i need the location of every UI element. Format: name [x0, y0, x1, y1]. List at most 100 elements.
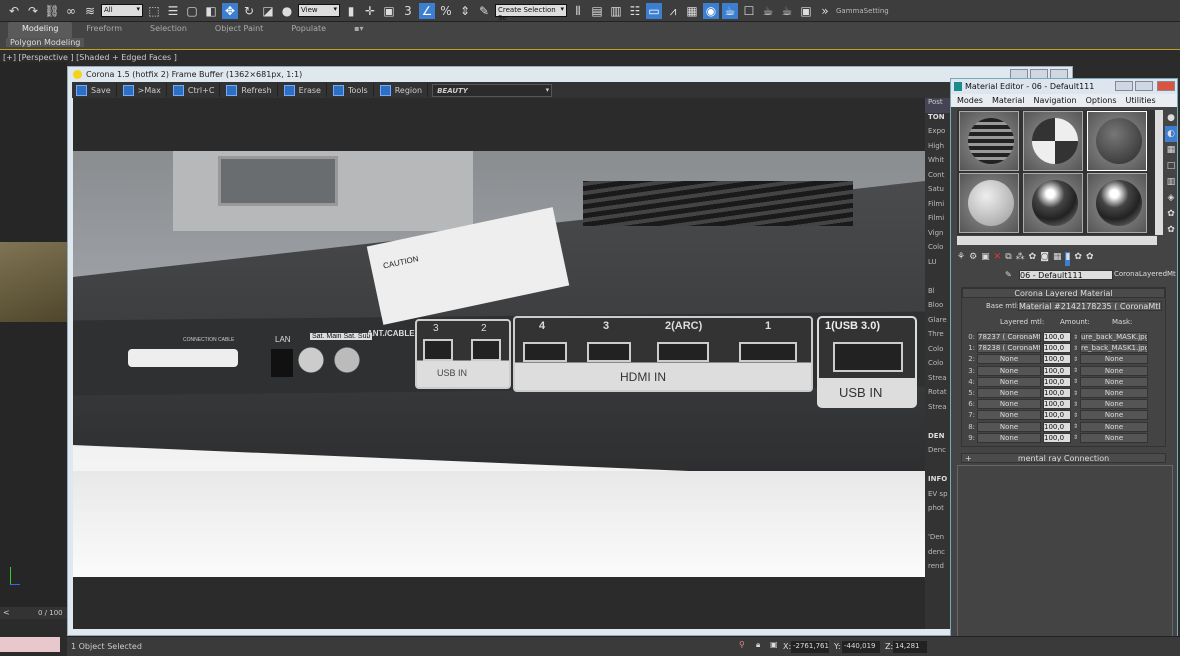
show-end-result-icon[interactable]: ▮ — [1065, 252, 1071, 266]
layer-mtl-button[interactable]: None — [977, 399, 1041, 410]
amount-spinner[interactable]: ⇕ — [1073, 401, 1078, 408]
minimize-button[interactable] — [1115, 81, 1133, 91]
pivot-icon[interactable]: ▮ — [343, 3, 359, 19]
layer-mtl-button[interactable]: None — [977, 388, 1041, 398]
edit-named-selection-icon[interactable]: ✎ — [476, 3, 492, 19]
layer-mask-button[interactable]: ure_back_MASK.jpg) — [1080, 332, 1148, 342]
post-panel[interactable]: Post TON Expo High Whit Cont Satu Filmi … — [925, 98, 950, 629]
render-iterative-icon[interactable]: ☕ — [779, 3, 795, 19]
angle-snap-icon[interactable]: ∠ — [419, 2, 435, 19]
polygon-modeling-tab[interactable]: Polygon Modeling — [6, 38, 85, 47]
isolate-icon[interactable]: ⚲ — [739, 640, 745, 649]
z-coordinate-input[interactable]: 14,281 — [893, 641, 927, 653]
save-button[interactable]: Save — [74, 83, 117, 97]
maxscript-listener[interactable] — [0, 637, 60, 652]
render-panel-icon[interactable]: ▣ — [798, 3, 814, 19]
viewport-label[interactable]: [+] [Perspective ] [Shaded + Edged Faces… — [3, 53, 177, 62]
amount-spinner[interactable]: ⇕ — [1073, 378, 1078, 385]
post-item[interactable]: Glare — [925, 316, 950, 331]
gamma-setting-label[interactable]: GammaSetting — [836, 7, 889, 15]
viewport-area[interactable] — [0, 62, 67, 607]
menu-modes[interactable]: Modes — [957, 96, 983, 105]
layer-mask-button[interactable]: None — [1080, 421, 1148, 432]
rect-selection-icon[interactable]: ▢ — [184, 3, 200, 19]
copy-material-icon[interactable]: ⧉ — [1005, 252, 1011, 266]
undo-icon[interactable]: ↶ — [6, 3, 22, 19]
layer-mtl-button[interactable]: 78237 ( CoronaMtl ) — [977, 332, 1041, 342]
toggle-ribbon-icon[interactable]: ▭ — [646, 2, 662, 19]
time-slider[interactable]: < 0 / 100 — [0, 607, 67, 619]
amount-spinner[interactable]: ⇕ — [1073, 334, 1078, 341]
layer-amount-input[interactable]: 100,0 — [1043, 432, 1071, 443]
post-item[interactable]: LU — [925, 258, 950, 273]
menu-options[interactable]: Options — [1086, 96, 1117, 105]
copy-button[interactable]: Ctrl+C — [171, 83, 221, 97]
ribbon-options-icon[interactable]: ▪▾ — [340, 22, 377, 38]
sample-slot[interactable] — [1023, 173, 1083, 233]
sample-slot-selected[interactable] — [1087, 111, 1147, 171]
make-unique-icon[interactable]: ⁂ — [1016, 252, 1025, 266]
layer-mask-button[interactable]: None — [1080, 432, 1148, 443]
layer-amount-input[interactable]: 100,0 — [1043, 421, 1071, 432]
sample-type-icon[interactable]: ● — [1165, 110, 1177, 126]
sample-slot[interactable] — [1023, 111, 1083, 171]
post-item[interactable]: Colo — [925, 359, 950, 374]
uv-tiling-icon[interactable]: □ — [1165, 158, 1177, 174]
material-editor-icon[interactable]: ◉ — [703, 2, 719, 19]
amount-spinner[interactable]: ⇕ — [1073, 434, 1078, 441]
select-by-material-icon[interactable]: ✿ — [1165, 222, 1177, 238]
tab-object-paint[interactable]: Object Paint — [201, 22, 277, 38]
percent-snap-icon[interactable]: % — [438, 3, 454, 19]
move-icon[interactable]: ✥ — [222, 2, 238, 19]
layer-amount-input[interactable]: 100,0 — [1043, 332, 1071, 342]
post-item[interactable]: Colo — [925, 345, 950, 360]
layer-mask-button[interactable]: None — [1080, 354, 1148, 365]
get-material-icon[interactable]: ⚘ — [957, 252, 965, 266]
layer-mtl-button[interactable]: None — [977, 365, 1041, 376]
render-production-icon[interactable]: ☕ — [760, 3, 776, 19]
post-item[interactable]: Cont — [925, 171, 950, 186]
layer-amount-input[interactable]: 100,0 — [1043, 410, 1071, 421]
material-name-input[interactable]: 06 - Default111 — [1019, 270, 1113, 280]
region-button[interactable]: Region — [378, 83, 429, 97]
absolute-mode-icon[interactable]: ▣ — [770, 640, 778, 649]
go-forward-icon[interactable]: ✿ — [1086, 252, 1094, 266]
rollout-header[interactable]: Corona Layered Material — [962, 288, 1165, 298]
expand-toolbar-icon[interactable]: » — [817, 3, 833, 19]
x-coordinate-input[interactable]: -2761,761 — [791, 641, 829, 653]
y-coordinate-input[interactable]: -440,019 — [842, 641, 880, 653]
bind-space-warp-icon[interactable]: ≋ — [82, 3, 98, 19]
post-item[interactable]: Whit — [925, 156, 950, 171]
render-canvas[interactable]: CAUTION CONNECTION CABLE LAN Sat. Main S… — [73, 98, 925, 629]
layer-mask-button[interactable]: None — [1080, 388, 1148, 398]
post-item[interactable]: Satu — [925, 185, 950, 200]
align-icon[interactable]: ▤ — [589, 3, 605, 19]
layer-mtl-button[interactable]: None — [977, 432, 1041, 443]
layer-mask-button[interactable]: None — [1080, 399, 1148, 410]
layer-amount-input[interactable]: 100,0 — [1043, 399, 1071, 410]
video-color-check-icon[interactable]: ▥ — [1165, 174, 1177, 190]
layer-manager-icon[interactable]: ▥ — [608, 3, 624, 19]
amount-spinner[interactable]: ⇕ — [1073, 367, 1078, 374]
post-item[interactable]: Rotat — [925, 388, 950, 403]
post-item[interactable]: Filmi — [925, 214, 950, 229]
material-id-icon[interactable]: ◙ — [1040, 252, 1049, 266]
amount-spinner[interactable]: ⇕ — [1073, 356, 1078, 363]
mental-ray-rollout-header[interactable]: + mental ray Connection — [961, 453, 1166, 463]
redo-icon[interactable]: ↷ — [25, 3, 41, 19]
backlight-icon[interactable]: ◐ — [1165, 126, 1177, 142]
layer-mask-button[interactable]: None — [1080, 365, 1148, 376]
schematic-view-icon[interactable]: ▦ — [684, 3, 700, 19]
post-item[interactable]: Vign — [925, 229, 950, 244]
window-crossing-icon[interactable]: ◧ — [203, 3, 219, 19]
close-button[interactable] — [1157, 81, 1175, 91]
post-item[interactable]: Bl — [925, 287, 950, 302]
layer-amount-input[interactable]: 100,0 — [1043, 365, 1071, 376]
selection-filter-dropdown[interactable]: All — [101, 4, 143, 17]
layer-amount-input[interactable]: 100,0 — [1043, 376, 1071, 387]
background-icon[interactable]: ▦ — [1165, 142, 1177, 158]
tab-populate[interactable]: Populate — [277, 22, 340, 38]
keyboard-shortcut-icon[interactable]: ▣ — [381, 3, 397, 19]
maximize-button[interactable] — [1135, 81, 1153, 91]
lock-selection-icon[interactable]: 🔒︎ — [756, 640, 760, 650]
